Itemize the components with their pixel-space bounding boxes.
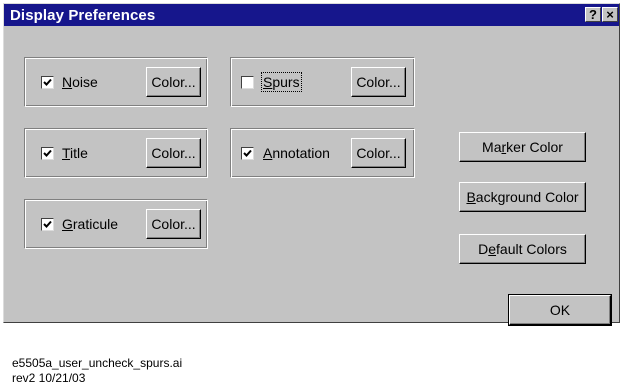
noise-label: Noise <box>62 74 98 90</box>
background-color-label-rest: ackground Color <box>475 189 579 205</box>
close-button[interactable]: × <box>602 7 618 22</box>
noise-mnemonic: N <box>62 74 73 90</box>
default-colors-label-b: fault Colors <box>496 241 567 257</box>
annotation-color-button[interactable]: Color... <box>351 138 406 168</box>
annotation-label: Annotation <box>263 145 330 161</box>
caption-revision: rev2 10/21/03 <box>12 371 86 385</box>
spurs-color-button[interactable]: Color... <box>351 67 406 97</box>
default-colors-mnemonic: e <box>488 241 497 257</box>
default-colors-label-a: D <box>478 241 489 257</box>
graticule-checkbox[interactable] <box>41 218 54 231</box>
display-preferences-dialog: Display Preferences ? × Noise Color... T… <box>3 3 620 325</box>
annotation-group: Annotation Color... <box>230 128 415 178</box>
ok-button[interactable]: OK <box>509 295 611 325</box>
title-label: Title <box>62 145 88 161</box>
background-color-mnemonic: B <box>466 189 476 205</box>
annotation-mnemonic: A <box>263 145 273 161</box>
marker-color-button[interactable]: Marker Color <box>459 132 586 162</box>
title-bar[interactable]: Display Preferences ? × <box>4 4 619 26</box>
graticule-group: Graticule Color... <box>24 199 208 249</box>
title-group: Title Color... <box>24 128 208 178</box>
dialog-title: Display Preferences <box>10 7 156 24</box>
check-icon <box>43 220 52 228</box>
spurs-label: Spurs <box>261 72 302 92</box>
title-color-button[interactable]: Color... <box>146 138 201 168</box>
default-colors-button[interactable]: Default Colors <box>459 234 586 264</box>
graticule-label-rest: raticule <box>72 216 119 232</box>
help-button[interactable]: ? <box>585 7 601 22</box>
caption-filename: e5505a_user_uncheck_spurs.ai <box>12 356 183 370</box>
spurs-mnemonic: S <box>263 74 273 90</box>
background-color-button[interactable]: Background Color <box>459 182 586 212</box>
marker-color-label-b: ker Color <box>506 139 563 155</box>
check-icon <box>243 149 252 157</box>
spurs-checkbox[interactable] <box>241 76 254 89</box>
title-label-rest: itle <box>70 145 88 161</box>
annotation-label-rest: nnotation <box>272 145 330 161</box>
check-icon <box>43 78 52 86</box>
spurs-group: Spurs Color... <box>230 57 415 107</box>
graticule-label: Graticule <box>62 216 118 232</box>
noise-checkbox[interactable] <box>41 76 54 89</box>
spurs-label-rest: purs <box>272 74 300 90</box>
noise-group: Noise Color... <box>24 57 208 107</box>
check-icon <box>43 149 52 157</box>
graticule-color-button[interactable]: Color... <box>146 209 201 239</box>
noise-label-rest: oise <box>72 74 98 90</box>
marker-color-label-a: Ma <box>482 139 502 155</box>
title-mnemonic: T <box>62 145 71 161</box>
graticule-mnemonic: G <box>62 216 73 232</box>
title-checkbox[interactable] <box>41 147 54 160</box>
annotation-checkbox[interactable] <box>241 147 254 160</box>
noise-color-button[interactable]: Color... <box>146 67 201 97</box>
